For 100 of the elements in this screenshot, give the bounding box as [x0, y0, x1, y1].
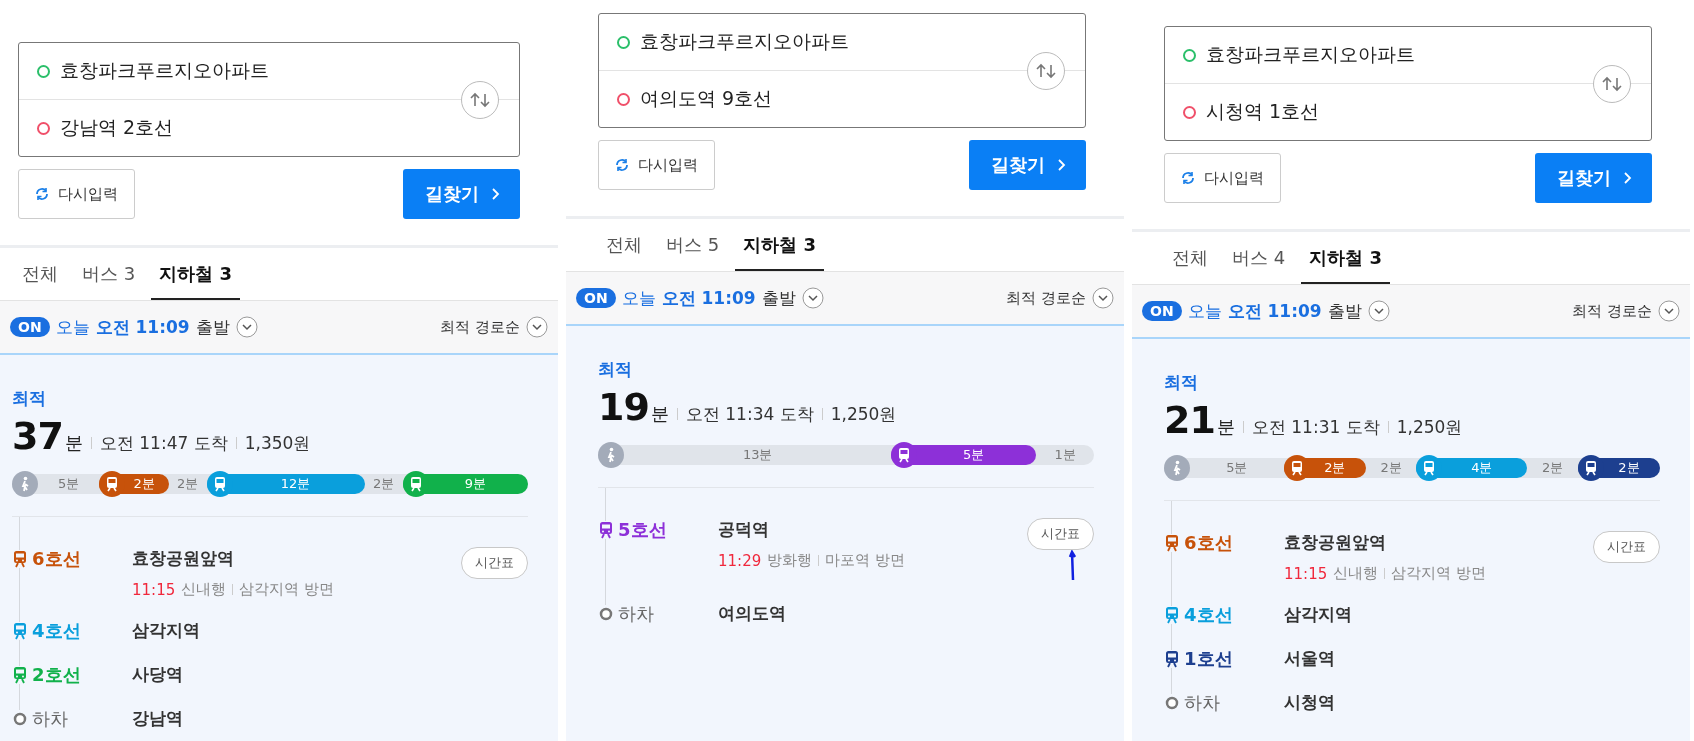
- refresh-icon: [1181, 171, 1195, 185]
- reset-button[interactable]: 다시입력: [18, 169, 135, 219]
- station-name: 여의도역: [718, 602, 787, 625]
- departure-time[interactable]: 오전 11:09: [661, 286, 756, 310]
- sort-option[interactable]: 최적 경로순: [1006, 288, 1086, 308]
- best-label: 최적: [1164, 371, 1199, 394]
- walking-person-icon: [1164, 455, 1190, 481]
- mode-label: 출발: [195, 315, 230, 339]
- arrival-time: 오전 11:31 도착: [1251, 416, 1380, 439]
- dropdown-icon[interactable]: [801, 287, 824, 309]
- sort-option[interactable]: 최적 경로순: [1572, 301, 1652, 321]
- chevron-right-icon: [491, 187, 500, 201]
- refresh-icon: [35, 187, 49, 201]
- tab[interactable]: 전체: [14, 248, 66, 300]
- walking-person-icon: [12, 471, 38, 497]
- departure-time: 11:15: [1284, 564, 1328, 583]
- station-name: 효창공원앞역: [132, 547, 235, 570]
- line-label: 하차: [618, 602, 654, 626]
- line-label: 하차: [1184, 691, 1220, 715]
- departure-time: 11:29: [718, 551, 762, 570]
- swap-arrows-icon: [469, 92, 491, 108]
- destination-dot-icon: [1183, 105, 1196, 119]
- dropdown-icon[interactable]: [235, 316, 258, 338]
- line-label: 4호선: [1184, 603, 1234, 627]
- segment-duration: 12분: [279, 475, 312, 493]
- origin-field[interactable]: 효창파크푸르지오아파트: [1206, 42, 1415, 68]
- tab[interactable]: 전체: [1164, 232, 1216, 284]
- segment-duration: 5분: [57, 475, 81, 493]
- swap-arrows-icon: [1601, 76, 1623, 92]
- chevron-right-icon: [1623, 171, 1632, 185]
- search-button[interactable]: 길찾기: [1535, 153, 1652, 203]
- reset-button[interactable]: 다시입력: [598, 140, 715, 190]
- origin-field[interactable]: 효창파크푸르지오아파트: [640, 29, 849, 55]
- destination-field[interactable]: 시청역 1호선: [1206, 99, 1320, 125]
- timetable-button[interactable]: 시간표: [1593, 531, 1660, 563]
- train-destination: 방화행: [767, 551, 813, 570]
- line-label: 2호선: [32, 663, 82, 687]
- segment-duration: 2분: [1540, 459, 1565, 477]
- destination-field[interactable]: 강남역 2호선: [60, 115, 174, 141]
- arrival-time: 오전 11:34 도착: [685, 403, 814, 426]
- line-label: 5호선: [618, 518, 668, 542]
- refresh-icon: [615, 158, 629, 172]
- timetable-button[interactable]: 시간표: [461, 547, 528, 579]
- dropdown-icon[interactable]: [1658, 300, 1680, 322]
- train-direction: 마포역 방면: [825, 551, 905, 570]
- segment-duration: 5분: [962, 446, 986, 464]
- swap-button[interactable]: [1593, 65, 1631, 103]
- best-label: 최적: [598, 358, 633, 381]
- on-badge[interactable]: ON: [576, 288, 616, 308]
- swap-arrows-icon: [1035, 63, 1057, 79]
- train-destination: 신내행: [1333, 564, 1379, 583]
- station-name: 서울역: [1284, 647, 1336, 670]
- dropdown-icon[interactable]: [526, 316, 548, 338]
- tab[interactable]: 버스 3: [74, 248, 144, 300]
- line-label: 하차: [32, 707, 68, 731]
- day-label: 오늘: [621, 286, 656, 310]
- station-name: 삼각지역: [132, 619, 201, 642]
- segment-duration: 2분: [176, 475, 200, 493]
- segment-duration: 5분: [1225, 459, 1249, 477]
- departure-time[interactable]: 오전 11:09: [95, 315, 190, 339]
- destination-field[interactable]: 여의도역 9호선: [640, 86, 773, 112]
- reset-button[interactable]: 다시입력: [1164, 153, 1281, 203]
- tab[interactable]: 전체: [598, 219, 650, 271]
- swap-button[interactable]: [1027, 52, 1065, 90]
- fare: 1,250원: [1396, 416, 1463, 439]
- segment-duration: 2분: [1379, 459, 1403, 477]
- best-label: 최적: [12, 387, 47, 410]
- segment-duration: 1분: [1053, 446, 1077, 464]
- minutes-unit: 분: [1216, 415, 1235, 439]
- origin-field[interactable]: 효창파크푸르지오아파트: [60, 58, 269, 84]
- line-label: 6호선: [1184, 531, 1234, 555]
- search-button[interactable]: 길찾기: [969, 140, 1086, 190]
- dropdown-icon[interactable]: [1092, 287, 1114, 309]
- station-name: 삼각지역: [1284, 603, 1353, 626]
- chevron-right-icon: [1057, 158, 1066, 172]
- end-circle-icon: [1164, 694, 1180, 712]
- fare: 1,250원: [830, 403, 897, 426]
- station-name: 강남역: [132, 707, 184, 730]
- end-circle-icon: [12, 710, 28, 728]
- train-direction: 삼각지역 방면: [239, 580, 334, 599]
- tab[interactable]: 버스 5: [658, 219, 728, 271]
- swap-button[interactable]: [461, 81, 499, 119]
- sort-option[interactable]: 최적 경로순: [440, 317, 520, 337]
- timetable-button[interactable]: 시간표: [1027, 518, 1094, 550]
- dropdown-icon[interactable]: [1367, 300, 1390, 322]
- total-minutes: 37: [12, 414, 63, 458]
- on-badge[interactable]: ON: [1142, 301, 1182, 321]
- segment-duration: 2분: [1617, 459, 1641, 477]
- segment-duration: 4분: [1470, 459, 1494, 477]
- tab[interactable]: 버스 4: [1224, 232, 1294, 284]
- line-label: 4호선: [32, 619, 82, 643]
- on-badge[interactable]: ON: [10, 317, 50, 337]
- segment-duration: 2분: [132, 475, 156, 493]
- mode-label: 출발: [761, 286, 796, 310]
- day-label: 오늘: [55, 315, 90, 339]
- walking-person-icon: [598, 442, 624, 468]
- departure-time[interactable]: 오전 11:09: [1227, 299, 1322, 323]
- search-button[interactable]: 길찾기: [403, 169, 520, 219]
- origin-dot-icon: [617, 35, 630, 49]
- train-destination: 신내행: [181, 580, 227, 599]
